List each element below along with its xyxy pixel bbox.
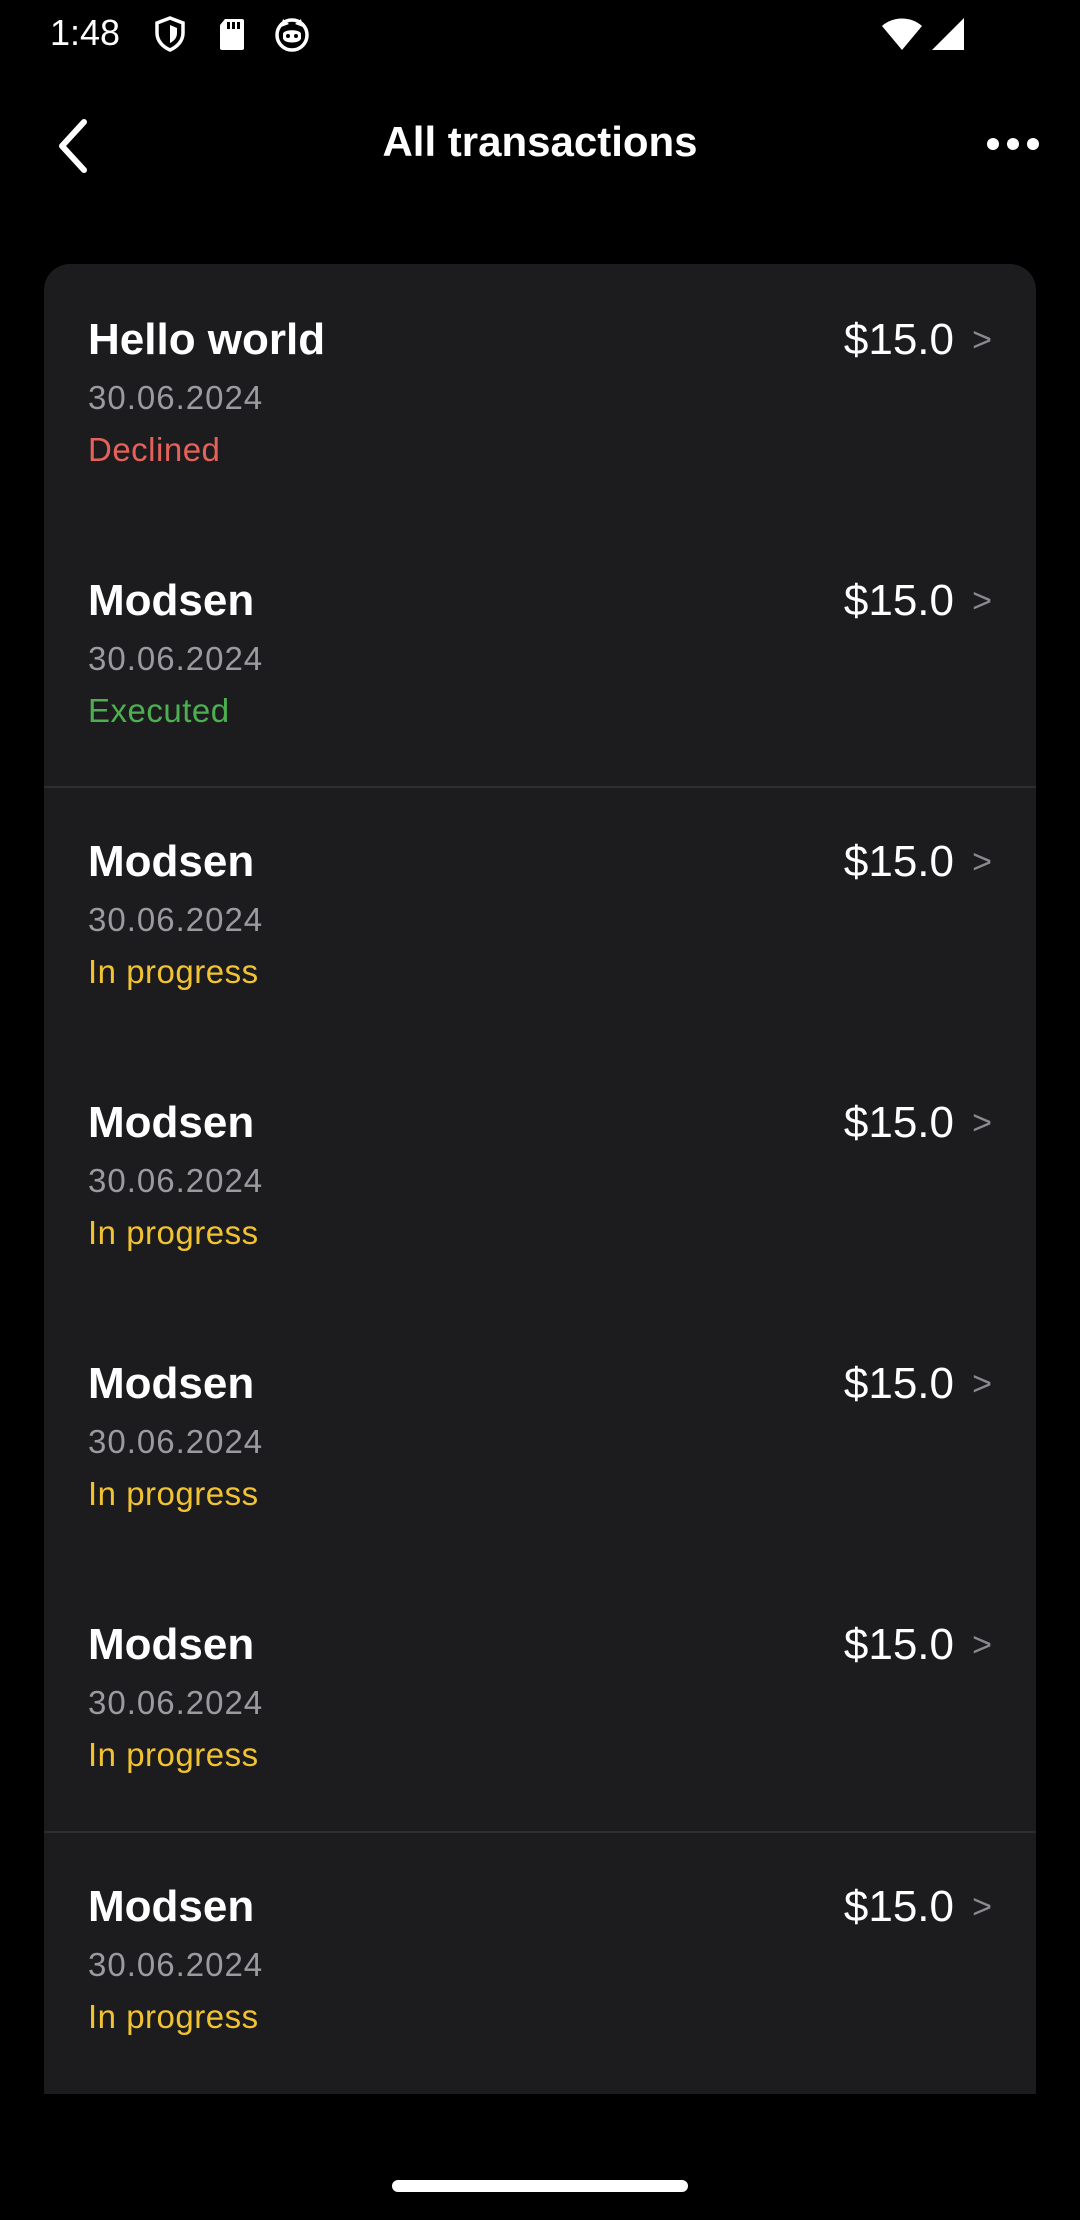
phone-screen: 1:48 All transactions Hello world 30.06.… bbox=[0, 0, 1080, 2220]
transaction-status: In progress bbox=[88, 1475, 259, 1512]
transaction-name: Modsen bbox=[88, 1359, 255, 1408]
chevron-right-icon: > bbox=[972, 582, 992, 620]
chevron-right-icon: > bbox=[972, 1365, 992, 1403]
transaction-amount: $15.0 bbox=[843, 1882, 954, 1931]
transaction-amount: $15.0 bbox=[843, 1620, 954, 1669]
app-bar: All transactions bbox=[0, 100, 1080, 188]
status-time: 1:48 bbox=[50, 12, 121, 53]
more-horizontal-icon bbox=[987, 138, 1039, 150]
transaction-status: In progress bbox=[88, 1998, 259, 2035]
chevron-right-icon: > bbox=[972, 1626, 992, 1664]
transaction-row[interactable]: Modsen 30.06.2024 In progress $15.0 > bbox=[44, 786, 1036, 1046]
wifi-icon bbox=[880, 14, 924, 54]
transaction-date: 30.06.2024 bbox=[88, 379, 264, 416]
transaction-name: Hello world bbox=[88, 315, 326, 364]
transaction-date: 30.06.2024 bbox=[88, 1684, 264, 1721]
page-title: All transactions bbox=[382, 118, 698, 165]
transaction-date: 30.06.2024 bbox=[88, 1423, 264, 1460]
row-divider bbox=[44, 786, 1036, 788]
transaction-amount: $15.0 bbox=[843, 1359, 954, 1408]
transaction-date: 30.06.2024 bbox=[88, 1162, 264, 1199]
transaction-amount: $15.0 bbox=[843, 837, 954, 886]
signal-icon bbox=[928, 14, 968, 54]
sd-card-icon bbox=[212, 14, 252, 54]
row-divider bbox=[44, 1831, 1036, 1833]
home-indicator[interactable] bbox=[392, 2180, 688, 2192]
cat-face-icon bbox=[272, 14, 312, 54]
transaction-status: Declined bbox=[88, 431, 221, 468]
transaction-status: In progress bbox=[88, 1736, 259, 1773]
transaction-row[interactable]: Modsen 30.06.2024 In progress $15.0 > bbox=[44, 1308, 1036, 1568]
transaction-status: In progress bbox=[88, 953, 259, 990]
transaction-row[interactable]: Hello world 30.06.2024 Declined $15.0 > bbox=[44, 264, 1036, 524]
transaction-status: Executed bbox=[88, 692, 230, 729]
more-options-button[interactable] bbox=[984, 120, 1042, 168]
transaction-amount: $15.0 bbox=[843, 576, 954, 625]
status-bar: 1:48 bbox=[0, 0, 1080, 66]
transaction-row[interactable]: Modsen 30.06.2024 Executed $15.0 > bbox=[44, 525, 1036, 785]
transaction-amount: $15.0 bbox=[843, 315, 954, 364]
transaction-row[interactable]: Modsen 30.06.2024 In progress $15.0 > bbox=[44, 1569, 1036, 1829]
shield-icon bbox=[150, 14, 190, 54]
transactions-card: Hello world 30.06.2024 Declined $15.0 > … bbox=[44, 264, 1036, 2094]
transaction-name: Modsen bbox=[88, 1882, 255, 1931]
transaction-date: 30.06.2024 bbox=[88, 1946, 264, 1983]
chevron-right-icon: > bbox=[972, 321, 992, 359]
transaction-amount: $15.0 bbox=[843, 1098, 954, 1147]
chevron-right-icon: > bbox=[972, 1888, 992, 1926]
transaction-name: Modsen bbox=[88, 837, 255, 886]
transaction-row[interactable]: Modsen 30.06.2024 In progress $15.0 > bbox=[44, 1831, 1036, 2091]
chevron-right-icon: > bbox=[972, 1104, 992, 1142]
transaction-row[interactable]: Modsen 30.06.2024 In progress $15.0 > bbox=[44, 1047, 1036, 1307]
transaction-name: Modsen bbox=[88, 1098, 255, 1147]
transaction-date: 30.06.2024 bbox=[88, 901, 264, 938]
transaction-date: 30.06.2024 bbox=[88, 640, 264, 677]
transaction-status: In progress bbox=[88, 1214, 259, 1251]
transaction-name: Modsen bbox=[88, 576, 255, 625]
chevron-right-icon: > bbox=[972, 843, 992, 881]
transaction-name: Modsen bbox=[88, 1620, 255, 1669]
